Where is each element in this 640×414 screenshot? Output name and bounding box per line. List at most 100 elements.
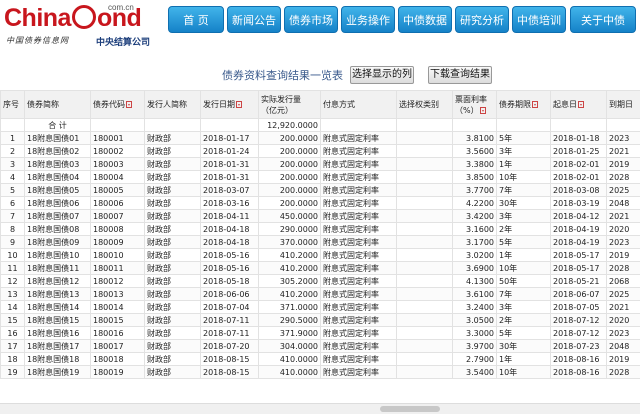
- table-cell: 180001: [91, 132, 145, 145]
- nav-item-5[interactable]: 研究分析: [455, 6, 509, 33]
- table-cell: 2018-06-06: [201, 288, 259, 301]
- table-cell: 5年: [497, 132, 551, 145]
- table-row[interactable]: 1418附息国债14180014财政部2018-07-04371.0000附息式…: [1, 301, 640, 314]
- table-row[interactable]: 1018附息国债10180010财政部2018-05-16410.2000附息式…: [1, 249, 640, 262]
- table-cell: 2023: [607, 132, 640, 145]
- sort-icon[interactable]: [532, 101, 538, 108]
- column-header-label: 发行日期: [203, 100, 235, 109]
- sort-icon[interactable]: [126, 101, 132, 108]
- column-header-9[interactable]: 债券期限: [497, 91, 551, 119]
- table-cell: 10年: [497, 171, 551, 184]
- table-row[interactable]: 418附息国债04180004财政部2018-01-31200.0000附息式固…: [1, 171, 640, 184]
- sort-icon[interactable]: [578, 101, 584, 108]
- column-header-8[interactable]: 票面利率 （%）: [453, 91, 497, 119]
- table-row[interactable]: 1218附息国债12180012财政部2018-05-18305.2000附息式…: [1, 275, 640, 288]
- table-cell: 3: [1, 158, 25, 171]
- horizontal-scrollbar[interactable]: [0, 403, 640, 414]
- table-cell: 290.5000: [259, 314, 321, 327]
- select-columns-button[interactable]: 选择显示的列: [350, 66, 414, 84]
- table-cell: [397, 288, 453, 301]
- column-header-1: 债券简称: [25, 91, 91, 119]
- table-cell: 3.8500: [453, 171, 497, 184]
- column-header-label: 到期日: [609, 100, 633, 109]
- table-cell: 304.0000: [259, 340, 321, 353]
- nav-item-6[interactable]: 中债培训: [512, 6, 566, 33]
- table-cell: [397, 249, 453, 262]
- table-cell: 180003: [91, 158, 145, 171]
- table-cell: 附息式固定利率: [321, 158, 397, 171]
- table-cell: 财政部: [145, 314, 201, 327]
- table-row[interactable]: 618附息国债06180006财政部2018-03-16200.0000附息式固…: [1, 197, 640, 210]
- table-row[interactable]: 218附息国债02180002财政部2018-01-24200.0000附息式固…: [1, 145, 640, 158]
- table-row[interactable]: 318附息国债03180003财政部2018-01-31200.0000附息式固…: [1, 158, 640, 171]
- table-cell: 2018-08-16: [551, 353, 607, 366]
- table-cell: [607, 119, 640, 132]
- table-cell: 附息式固定利率: [321, 301, 397, 314]
- nav-item-4[interactable]: 中债数据: [398, 6, 452, 33]
- table-cell: 附息式固定利率: [321, 171, 397, 184]
- table-cell: 1年: [497, 158, 551, 171]
- column-header-6: 付息方式: [321, 91, 397, 119]
- table-cell: [397, 119, 453, 132]
- table-cell: 180010: [91, 249, 145, 262]
- table-cell: 200.0000: [259, 197, 321, 210]
- logo-org-name: 中央结算公司: [96, 35, 150, 48]
- table-cell: 2018-07-11: [201, 327, 259, 340]
- table-cell: 180019: [91, 366, 145, 379]
- table-row[interactable]: 1618附息国债16180016财政部2018-07-11371.9000附息式…: [1, 327, 640, 340]
- table-cell: 2048: [607, 340, 640, 353]
- sort-icon[interactable]: [236, 101, 242, 108]
- nav-item-7[interactable]: 关于中债: [570, 6, 636, 33]
- table-row[interactable]: 1318附息国债13180013财政部2018-06-06410.2000附息式…: [1, 288, 640, 301]
- column-header-3: 发行人简称: [145, 91, 201, 119]
- table-cell: 290.0000: [259, 223, 321, 236]
- table-row[interactable]: 818附息国债08180008财政部2018-04-18290.0000附息式固…: [1, 223, 640, 236]
- table-cell: 3.2400: [453, 301, 497, 314]
- nav-item-0[interactable]: 首 页: [168, 6, 224, 33]
- table-cell: 18附息国债12: [25, 275, 91, 288]
- table-cell: 3.1700: [453, 236, 497, 249]
- chinabond-logo[interactable]: Chinaond com.cn 中国债券信息网 中央结算公司: [4, 2, 164, 46]
- nav-item-3[interactable]: 业务操作: [341, 6, 395, 33]
- table-cell: 财政部: [145, 262, 201, 275]
- table-cell: 2018-04-18: [201, 223, 259, 236]
- table-cell: 410.2000: [259, 288, 321, 301]
- table-cell: 180004: [91, 171, 145, 184]
- table-cell: 2019: [607, 158, 640, 171]
- table-row[interactable]: 1518附息国债15180015财政部2018-07-11290.5000附息式…: [1, 314, 640, 327]
- nav-item-1[interactable]: 新闻公告: [227, 6, 281, 33]
- nav-item-2[interactable]: 债券市场: [284, 6, 338, 33]
- table-cell: 2018-06-07: [551, 288, 607, 301]
- table-cell: 7年: [497, 288, 551, 301]
- table-cell: [1, 119, 25, 132]
- column-header-2[interactable]: 债券代码: [91, 91, 145, 119]
- table-cell: 16: [1, 327, 25, 340]
- table-row[interactable]: 1718附息国债17180017财政部2018-07-20304.0000附息式…: [1, 340, 640, 353]
- table-cell: 2021: [607, 301, 640, 314]
- table-row[interactable]: 918附息国债09180009财政部2018-04-18370.0000附息式固…: [1, 236, 640, 249]
- table-cell: [397, 210, 453, 223]
- table-cell: 2018-08-16: [551, 366, 607, 379]
- table-cell: 财政部: [145, 249, 201, 262]
- table-row[interactable]: 1118附息国债11180011财政部2018-05-16410.2000附息式…: [1, 262, 640, 275]
- table-cell: [397, 366, 453, 379]
- table-row[interactable]: 1818附息国债18180018财政部2018-08-15410.0000附息式…: [1, 353, 640, 366]
- table-cell: 3.8100: [453, 132, 497, 145]
- table-cell: 财政部: [145, 171, 201, 184]
- table-row[interactable]: 518附息国债05180005财政部2018-03-07200.0000附息式固…: [1, 184, 640, 197]
- table-cell: 18附息国债08: [25, 223, 91, 236]
- scrollbar-thumb[interactable]: [380, 406, 440, 412]
- table-row[interactable]: 118附息国债01180001财政部2018-01-17200.0000附息式固…: [1, 132, 640, 145]
- column-header-4[interactable]: 发行日期: [201, 91, 259, 119]
- table-cell: 附息式固定利率: [321, 275, 397, 288]
- table-cell: 1: [1, 132, 25, 145]
- column-header-label: 发行人简称: [147, 100, 187, 109]
- column-header-10[interactable]: 起息日: [551, 91, 607, 119]
- table-cell: 8: [1, 223, 25, 236]
- table-cell: [497, 119, 551, 132]
- table-row[interactable]: 1918附息国债19180019财政部2018-08-15410.0000附息式…: [1, 366, 640, 379]
- table-cell: 2018-02-01: [551, 158, 607, 171]
- table-row[interactable]: 718附息国债07180007财政部2018-04-11450.0000附息式固…: [1, 210, 640, 223]
- sort-icon[interactable]: [480, 107, 486, 114]
- download-results-button[interactable]: 下载查询结果: [428, 66, 492, 84]
